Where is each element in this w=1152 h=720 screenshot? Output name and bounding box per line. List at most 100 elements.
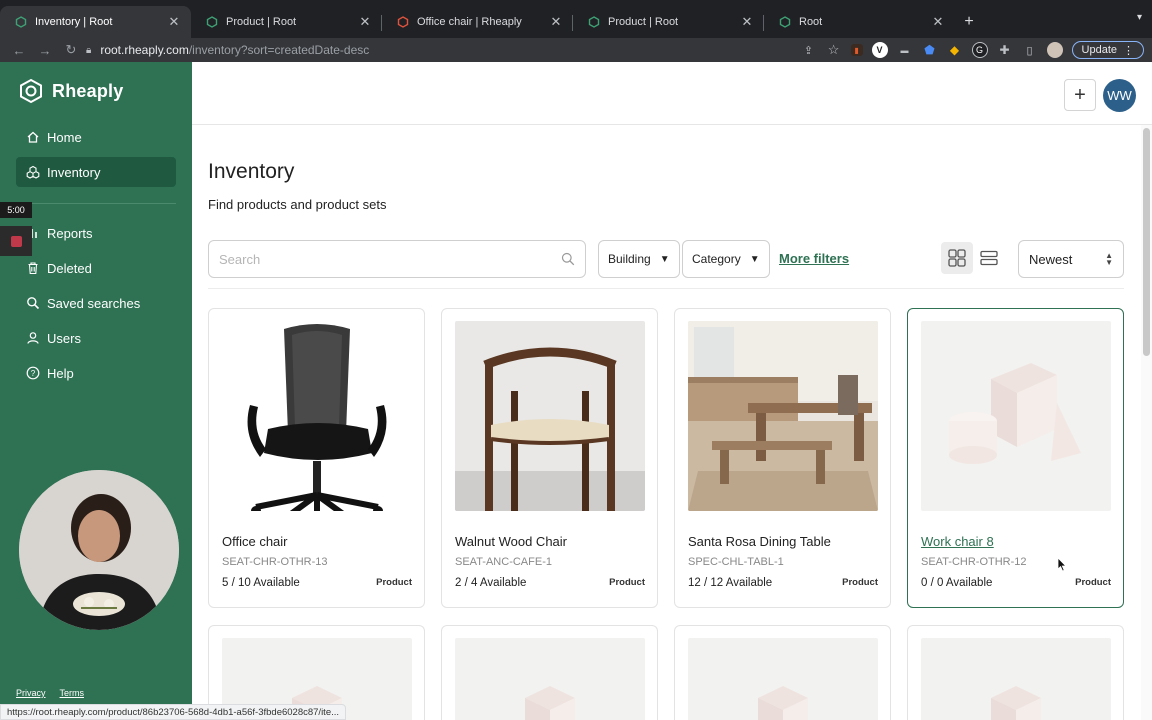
extension-icon[interactable]: ▮ xyxy=(850,44,863,56)
privacy-link[interactable]: Privacy xyxy=(16,688,46,698)
user-icon xyxy=(26,331,40,345)
bookmark-star-icon[interactable]: ☆ xyxy=(826,42,842,58)
rheaply-favicon-icon xyxy=(14,15,28,29)
browser-tab[interactable]: Inventory | Root ✕ xyxy=(0,6,191,38)
help-icon: ? xyxy=(26,366,40,380)
trash-icon xyxy=(26,261,40,275)
building-dropdown[interactable]: Building ▼ xyxy=(598,240,680,278)
extension-shield-icon[interactable]: ⬟ xyxy=(922,42,938,58)
browser-tab[interactable]: Product | Root ✕ xyxy=(191,6,382,38)
product-availability: 5 / 10 Available xyxy=(222,577,300,589)
footer-links: Privacy Terms xyxy=(16,688,84,698)
back-arrow-icon[interactable]: ← xyxy=(8,39,30,61)
sidebar: Rheaply Home Inventory Reports Deleted S… xyxy=(0,62,192,720)
sidebar-item-label: Reports xyxy=(47,225,93,241)
product-image xyxy=(688,321,878,511)
svg-text:?: ? xyxy=(31,369,36,378)
terms-link[interactable]: Terms xyxy=(60,688,85,698)
filters-divider xyxy=(208,288,1124,289)
stop-recording-button[interactable] xyxy=(0,226,32,256)
list-icon xyxy=(980,250,998,266)
close-tab-icon[interactable]: ✕ xyxy=(740,14,754,30)
extension-color-icon[interactable]: ◆ xyxy=(947,42,963,58)
product-card[interactable] xyxy=(441,625,658,720)
page-title: Inventory xyxy=(208,160,295,183)
grid-view-toggle[interactable] xyxy=(941,242,973,274)
placeholder-shapes-icon xyxy=(758,686,808,720)
placeholder-shapes-icon xyxy=(991,686,1041,720)
dining-table-image-icon xyxy=(688,321,878,511)
extensions-puzzle-icon[interactable]: ✚ xyxy=(997,42,1013,58)
stop-icon xyxy=(10,235,22,247)
sidebar-item-saved-searches[interactable]: Saved searches xyxy=(16,288,176,318)
search-icon xyxy=(26,296,40,310)
sidebar-item-users[interactable]: Users xyxy=(16,323,176,353)
product-card[interactable]: Santa Rosa Dining Table SPEC-CHL-TABL-1 … xyxy=(674,308,891,608)
product-card[interactable] xyxy=(907,625,1124,720)
presenter-video-icon xyxy=(19,470,179,630)
new-tab-plus-icon[interactable]: + xyxy=(955,6,983,38)
page-subtitle: Find products and product sets xyxy=(208,197,387,212)
extension-toggle-icon[interactable]: ▬ xyxy=(897,42,913,58)
profile-avatar-icon[interactable] xyxy=(1046,42,1063,58)
sidebar-item-label: Users xyxy=(47,330,81,346)
product-card[interactable]: Walnut Wood Chair SEAT-ANC-CAFE-1 2 / 4 … xyxy=(441,308,658,608)
close-tab-icon[interactable]: ✕ xyxy=(549,14,563,30)
search-input[interactable] xyxy=(209,241,585,277)
webcam-overlay xyxy=(19,470,179,630)
tab-title: Inventory | Root xyxy=(35,16,113,28)
sidebar-item-label: Inventory xyxy=(47,164,101,180)
product-sku: SEAT-CHR-OTHR-13 xyxy=(222,556,328,568)
search-icon[interactable] xyxy=(561,252,575,271)
caret-down-icon: ▼ xyxy=(749,253,760,265)
product-image xyxy=(688,638,878,720)
reload-icon[interactable]: ↻ xyxy=(60,39,82,61)
list-view-toggle[interactable] xyxy=(977,242,1001,274)
product-availability: 12 / 12 Available xyxy=(688,577,773,589)
sidebar-item-inventory[interactable]: Inventory xyxy=(16,157,176,187)
tab-search-chevron-icon[interactable]: ▾ xyxy=(1137,12,1142,23)
product-sku: SEAT-CHR-OTHR-12 xyxy=(921,556,1027,568)
user-avatar[interactable]: WW xyxy=(1103,79,1136,112)
update-button[interactable]: Update ⋮ xyxy=(1071,41,1144,59)
extension-g-icon[interactable]: G xyxy=(971,42,988,58)
plus-icon: + xyxy=(1074,83,1086,106)
product-image xyxy=(921,638,1111,720)
rheaply-logo-icon xyxy=(20,78,42,104)
side-panel-icon[interactable]: ▯ xyxy=(1022,42,1038,58)
extension-v-icon[interactable]: V xyxy=(871,42,888,58)
app-header: + WW xyxy=(192,62,1152,125)
lock-icon: 🔒︎ xyxy=(86,44,92,56)
sidebar-item-home[interactable]: Home xyxy=(16,122,176,152)
sidebar-item-reports[interactable]: Reports xyxy=(16,218,176,248)
address-bar[interactable]: 🔒︎ root.rheaply.com/inventory?sort=creat… xyxy=(86,38,846,62)
product-image xyxy=(921,321,1111,511)
close-tab-icon[interactable]: ✕ xyxy=(931,14,945,30)
add-item-button[interactable]: + xyxy=(1064,79,1096,111)
sort-select[interactable]: Newest ▲ ▼ xyxy=(1018,240,1124,278)
browser-toolbar: ← → ↻ 🔒︎ root.rheaply.com/inventory?sort… xyxy=(0,38,1152,62)
product-card[interactable]: Work chair 8 SEAT-CHR-OTHR-12 0 / 0 Avai… xyxy=(907,308,1124,608)
product-card[interactable] xyxy=(674,625,891,720)
forward-arrow-icon[interactable]: → xyxy=(34,39,56,61)
more-filters-link[interactable]: More filters xyxy=(779,251,849,266)
recording-timer: 5:00 xyxy=(0,202,32,218)
browser-tab[interactable]: Product | Root ✕ xyxy=(573,6,764,38)
browser-tab[interactable]: Office chair | Rheaply ✕ xyxy=(382,6,573,38)
share-icon[interactable]: ⇪ xyxy=(801,42,817,58)
product-sku: SEAT-ANC-CAFE-1 xyxy=(455,556,552,568)
page-scrollbar-thumb[interactable] xyxy=(1143,128,1150,356)
product-availability: 0 / 0 Available xyxy=(921,577,993,589)
category-dropdown[interactable]: Category ▼ xyxy=(682,240,770,278)
close-tab-icon[interactable]: ✕ xyxy=(358,14,372,30)
tab-title: Product | Root xyxy=(226,16,297,28)
sidebar-item-deleted[interactable]: Deleted xyxy=(16,253,176,283)
browser-tab[interactable]: Root ✕ xyxy=(764,6,955,38)
sidebar-item-help[interactable]: ? Help xyxy=(16,358,176,388)
brand-logo[interactable]: Rheaply xyxy=(18,78,123,104)
product-card[interactable]: Office chair SEAT-CHR-OTHR-13 5 / 10 Ava… xyxy=(208,308,425,608)
sidebar-item-label: Help xyxy=(47,365,74,381)
category-label: Category xyxy=(692,252,741,266)
close-tab-icon[interactable]: ✕ xyxy=(167,14,181,30)
product-type-badge: Product xyxy=(842,577,878,588)
